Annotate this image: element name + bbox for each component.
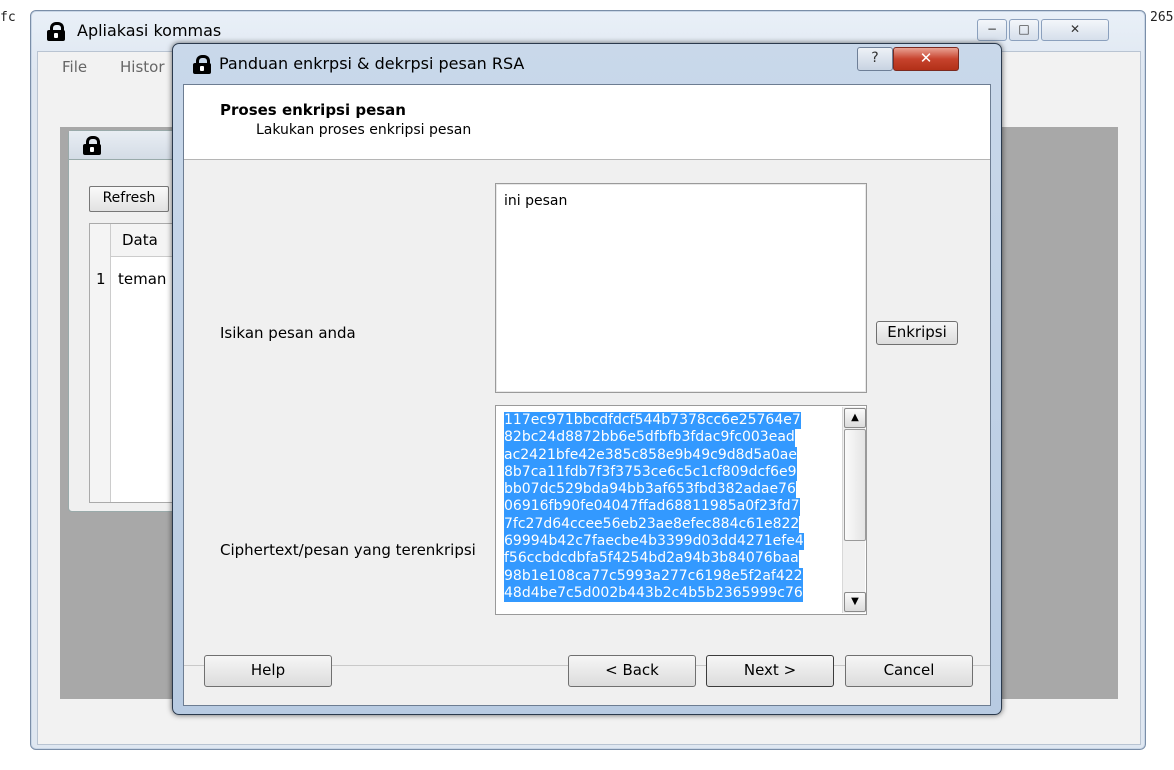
ciphertext-line: 7fc27d64ccee56eb23ae8efec884c61e822 (504, 515, 800, 534)
inner-frame-titlebar[interactable] (69, 131, 189, 160)
help-button[interactable]: Help (204, 655, 332, 687)
wizard-header: Proses enkripsi pesan Lakukan proses enk… (184, 85, 990, 160)
ciphertext-line: bb07dc529bda94bb3af653fbd382adae76 (504, 481, 796, 499)
help-question-button[interactable]: ? (857, 47, 893, 71)
ciphertext-line: 82bc24d8872bb6e5dfbfb3fdac9fc003ead (504, 429, 795, 447)
row-number-column (90, 224, 111, 502)
ciphertext-line: 98b1e108ca77c5993a277c6198e5f2af422 (504, 567, 803, 585)
ciphertext-textarea[interactable]: 117ec971bbcdfdcf544b7378cc6e25764e7 82bc2… (495, 405, 867, 615)
main-window-title: Apliakasi kommas (77, 21, 222, 40)
table-row[interactable]: teman (118, 270, 166, 288)
table-col-header[interactable]: Data (122, 231, 158, 249)
message-label: Isikan pesan anda (220, 324, 356, 342)
scroll-up-arrow-icon[interactable]: ▲ (844, 408, 866, 428)
next-button[interactable]: Next > (706, 655, 834, 687)
minimize-button[interactable]: − (977, 19, 1007, 41)
ciphertext-line: 8b7ca11fdb7f3f3753ce6c5c1cf809dcf6e9 (504, 463, 797, 482)
dialog-close-button[interactable]: ✕ (893, 47, 959, 71)
ciphertext-scrollbar[interactable]: ▲ ▼ (842, 407, 866, 613)
cancel-button[interactable]: Cancel (845, 655, 973, 687)
message-text: ini pesan (504, 193, 568, 209)
step-subtitle: Lakukan proses enkripsi pesan (256, 122, 472, 138)
ciphertext-line: 69994b42c7faecbe4b3399d03dd4271efe4 (504, 533, 804, 551)
menu-history[interactable]: Histor (120, 58, 165, 76)
ciphertext-line: ac2421bfe42e385c858e9b49c9d8d5a0ae (504, 446, 797, 464)
ciphertext-line: f56ccbdcdbfa5f4254bd2a94b3b84076baa (504, 550, 799, 568)
refresh-button[interactable]: Refresh (89, 186, 169, 212)
ciphertext-line: 117ec971bbcdfdcf544b7378cc6e25764e7 (504, 412, 801, 430)
wizard-dialog: Panduan enkrpsi & dekrpsi pesan RSA ? ✕ … (172, 43, 1002, 715)
step-title: Proses enkripsi pesan (220, 101, 406, 119)
ciphertext-line: 06916fb90fe04047ffad68811985a0f23fd7 (504, 498, 800, 516)
maximize-button[interactable]: □ (1009, 19, 1039, 41)
inner-lock-icon (83, 136, 101, 155)
ciphertext-line: 48d4be7c5d002b443b2c4b5b2365999c76 (504, 584, 803, 603)
scroll-down-arrow-icon[interactable]: ▼ (844, 592, 866, 612)
dialog-title: Panduan enkrpsi & dekrpsi pesan RSA (219, 54, 525, 73)
main-close-button[interactable]: ✕ (1041, 19, 1109, 41)
dialog-lock-icon (193, 55, 211, 74)
ciphertext-label: Ciphertext/pesan yang terenkripsi (220, 541, 476, 559)
lock-icon (47, 22, 65, 41)
ciphertext-content: 117ec971bbcdfdcf544b7378cc6e25764e7 82bc2… (504, 412, 830, 603)
back-button[interactable]: < Back (568, 655, 696, 687)
dialog-body: Proses enkripsi pesan Lakukan proses enk… (183, 84, 991, 706)
encrypt-button[interactable]: Enkripsi (876, 321, 958, 345)
row-number: 1 (96, 270, 106, 288)
message-textarea[interactable]: ini pesan (495, 183, 867, 393)
menu-file[interactable]: File (62, 58, 87, 76)
background-text-right: 265 (1150, 10, 1174, 25)
scroll-thumb[interactable] (844, 429, 866, 541)
background-text-left: fc (0, 10, 16, 25)
